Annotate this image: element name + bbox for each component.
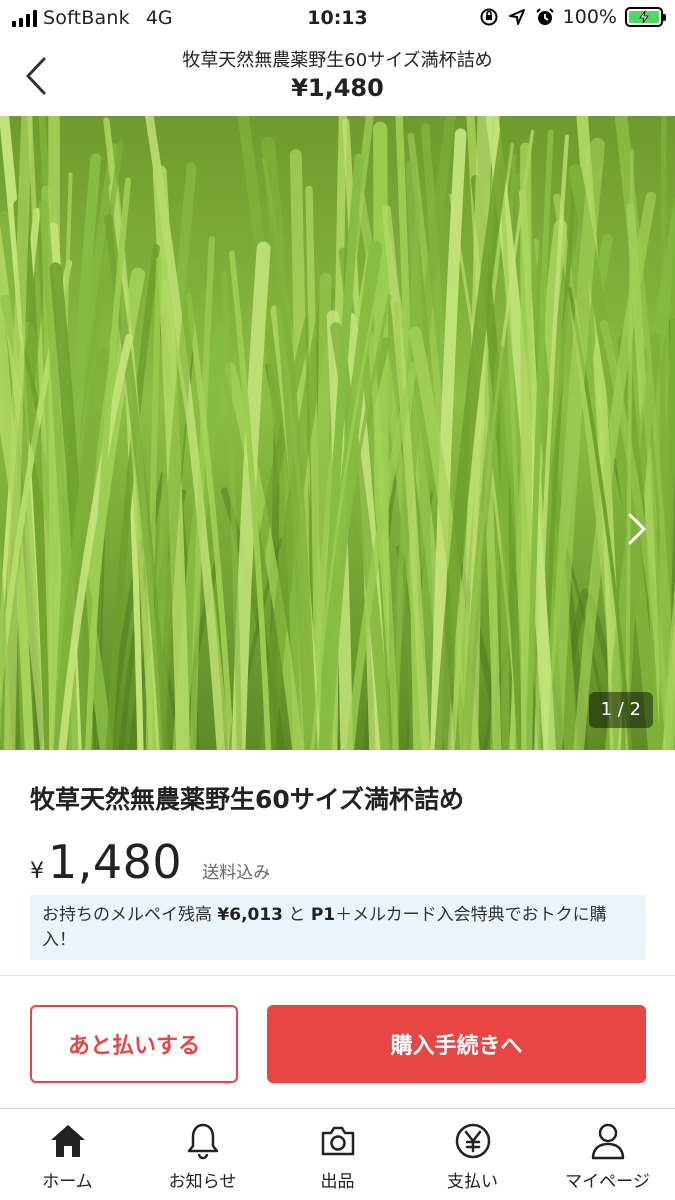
divider <box>0 975 675 976</box>
shipping-info: 送料込み <box>202 863 271 883</box>
currency-symbol: ¥ <box>30 859 44 884</box>
photo-counter: 1 / 2 <box>588 692 653 728</box>
tab-label: 支払い <box>447 1172 498 1192</box>
tab-label: お知らせ <box>168 1172 237 1192</box>
header-title: 牧草天然無農薬野生60サイズ満杯詰め <box>182 50 493 71</box>
promo-points: P1 <box>310 905 336 925</box>
tab-notifications[interactable]: お知らせ <box>135 1109 270 1200</box>
next-photo-button[interactable] <box>619 511 655 547</box>
grass-photo-image <box>0 116 675 750</box>
navigation-header: 牧草天然無農薬野生60サイズ満杯詰め ¥1,480 <box>0 38 675 116</box>
orientation-lock-icon <box>479 7 499 27</box>
item-price: 1,480 <box>48 835 183 889</box>
alarm-icon <box>535 7 555 27</box>
tab-label: 出品 <box>320 1172 355 1192</box>
status-bar: SoftBank 4G 10:13 100% <box>0 0 675 38</box>
pay-later-button[interactable]: あと払いする <box>30 1005 238 1083</box>
camera-icon <box>318 1121 358 1161</box>
battery-level <box>629 11 659 23</box>
bell-icon <box>183 1121 223 1161</box>
battery-percent: 100% <box>562 6 617 28</box>
tab-sell[interactable]: 出品 <box>270 1109 405 1200</box>
purchase-button[interactable]: 購入手続きへ <box>267 1005 646 1083</box>
promo-text-1: お持ちのメルペイ残高 <box>42 905 218 925</box>
home-icon <box>48 1121 88 1161</box>
tab-payment[interactable]: 支払い <box>405 1109 540 1200</box>
item-title: 牧草天然無農薬野生60サイズ満杯詰め <box>30 785 465 814</box>
tab-home[interactable]: ホーム <box>0 1109 135 1200</box>
tab-mypage[interactable]: マイページ <box>540 1109 675 1200</box>
merpay-balance: ¥6,013 <box>217 905 284 925</box>
tab-label: マイページ <box>565 1172 650 1192</box>
product-photo[interactable] <box>0 116 675 750</box>
promo-text-2: と <box>283 905 311 925</box>
person-icon <box>588 1121 628 1161</box>
price-row: ¥ 1,480 送料込み <box>30 835 270 889</box>
yen-icon <box>453 1121 493 1161</box>
merpay-promo-banner: お持ちのメルペイ残高 ¥6,013 と P1＋メルカード入会特典でおトクに購入！ <box>30 895 646 960</box>
chevron-right-icon <box>628 513 646 545</box>
battery-charging-icon <box>625 7 666 27</box>
tab-bar: ホーム お知らせ 出品 支払い マイページ <box>0 1108 675 1200</box>
tab-label: ホーム <box>42 1172 93 1192</box>
location-icon <box>507 7 527 27</box>
header-price: ¥1,480 <box>291 74 384 102</box>
